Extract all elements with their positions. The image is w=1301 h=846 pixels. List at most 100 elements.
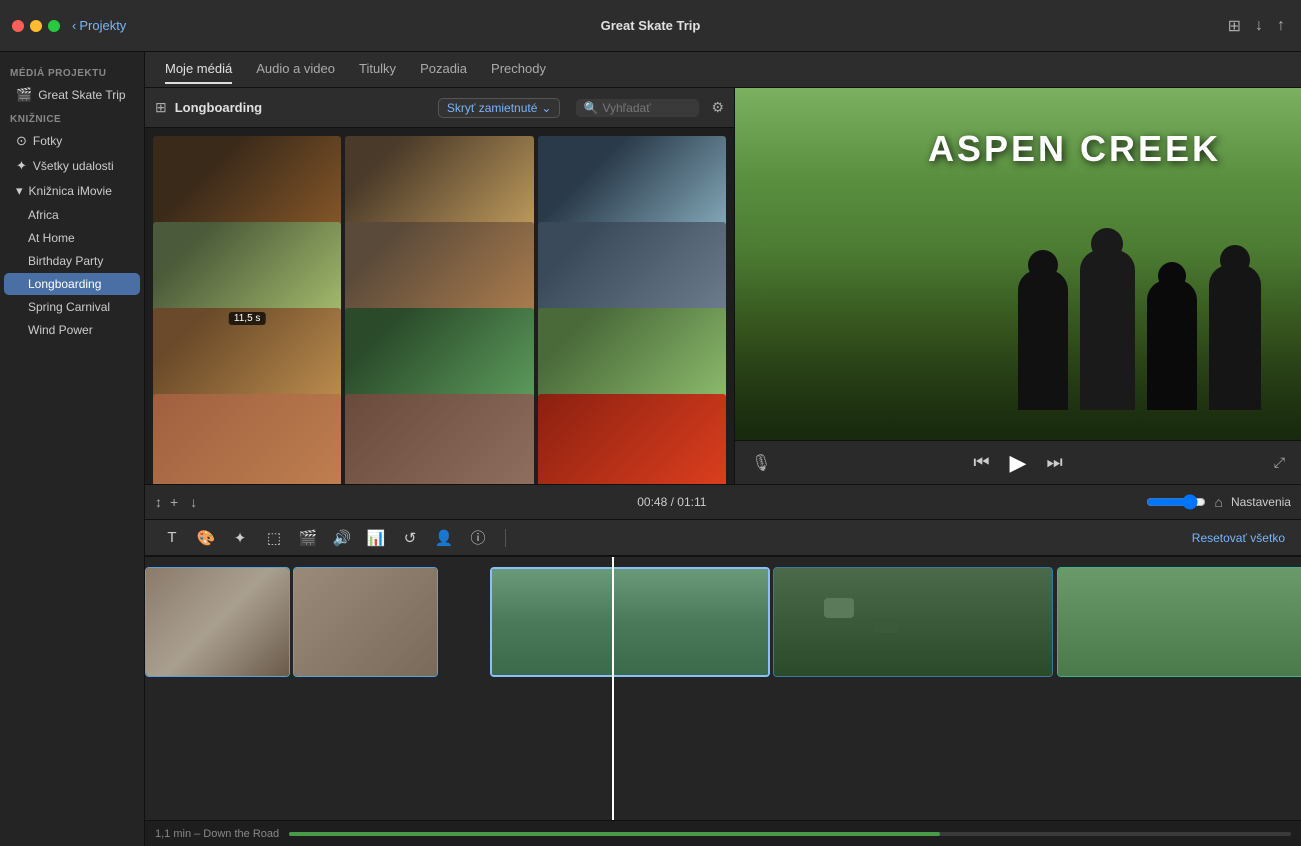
events-icon: ✦ <box>16 158 27 174</box>
fotky-label: Fotky <box>33 134 62 148</box>
tab-moje-media[interactable]: Moje médiá <box>165 55 232 84</box>
text-tool-icon[interactable]: T <box>161 529 183 546</box>
settings-label: Nastavenia <box>1231 495 1291 509</box>
fullscreen-icon[interactable]: ⤢ <box>1274 454 1285 471</box>
down-arrow-icon[interactable]: ↓ <box>190 494 197 510</box>
preview-controls: 🎙 ⏮ ▶ ⏭ ⤢ <box>735 440 1301 484</box>
effects-tool-icon[interactable]: ✦ <box>229 529 251 547</box>
longboarding-label: Longboarding <box>28 277 101 291</box>
media-thumb-10[interactable] <box>153 394 341 484</box>
vsetky-udalosti-label: Všetky udalosti <box>33 159 114 173</box>
sidebar-item-spring-carnival[interactable]: Spring Carnival <box>4 296 140 318</box>
media-browser-header: ⊞ Longboarding Skryť zamietnuté ⌄ 🔍 ⚙ <box>145 88 734 128</box>
media-thumb-11[interactable] <box>345 394 533 484</box>
sidebar-item-africa[interactable]: Africa <box>4 204 140 226</box>
chevron-left-icon: ‹ <box>72 18 76 33</box>
traffic-lights <box>0 20 60 32</box>
clip-5[interactable] <box>1057 567 1301 677</box>
spring-carnival-label: Spring Carnival <box>28 300 110 314</box>
person-tool-icon[interactable]: 👤 <box>433 529 455 547</box>
reset-button[interactable]: Resetovať všetko <box>1192 531 1285 545</box>
render-progress-fill <box>289 832 940 836</box>
skip-forward-button[interactable]: ⏭ <box>1046 452 1062 473</box>
playhead[interactable] <box>612 557 614 820</box>
project-label: Great Skate Trip <box>38 88 125 102</box>
cursor-icon[interactable]: ↕ <box>155 494 162 510</box>
kniznice-label: KNIŽNICE <box>0 108 144 128</box>
chart-tool-icon[interactable]: 📊 <box>365 529 387 547</box>
sidebar-item-kniznica-imovie[interactable]: ▾ Knižnica iMovie <box>4 179 140 203</box>
skip-back-button[interactable]: ⏮ <box>973 452 989 473</box>
camera-tool-icon[interactable]: 🎬 <box>297 529 319 547</box>
sidebar-item-longboarding[interactable]: Longboarding <box>4 273 140 295</box>
media-thumb-12[interactable] <box>538 394 726 484</box>
info-icon[interactable]: ⓘ <box>467 527 489 548</box>
microphone-icon[interactable]: 🎙 <box>751 453 771 473</box>
color-tool-icon[interactable]: 🎨 <box>195 529 217 547</box>
titlebar-toolbar: ⊞ ↓ ↑ <box>1228 16 1301 36</box>
duration-badge-7: 11,5 s <box>229 312 266 325</box>
sidebar-item-fotky[interactable]: ⊙ Fotky <box>4 129 140 153</box>
tab-prechody[interactable]: Prechody <box>491 55 546 84</box>
minimize-button[interactable] <box>30 20 42 32</box>
video-track: 2,2 s – ASPEN CREE.... <box>145 557 1301 687</box>
separator <box>505 529 506 547</box>
back-label: Projekty <box>79 18 126 33</box>
thumb-img-12 <box>538 394 726 484</box>
tabs-bar: Moje médiá Audio a video Titulky Pozadia… <box>145 52 1301 88</box>
grid-view-icon[interactable]: ⊞ <box>1228 16 1241 36</box>
birthday-party-label: Birthday Party <box>28 254 103 268</box>
media-grid: 11,5 s <box>145 128 734 484</box>
media-projektu-label: MÉDIÁ PROJEKTU <box>0 62 144 82</box>
grid-view-icon[interactable]: ⊞ <box>155 99 167 116</box>
home-icon[interactable]: ⌂ <box>1214 494 1222 510</box>
thumb-img-11 <box>345 394 533 484</box>
sidebar-item-project[interactable]: 🎬 Great Skate Trip <box>4 83 140 107</box>
audio-tool-icon[interactable]: 🔊 <box>331 529 353 547</box>
maximize-button[interactable] <box>48 20 60 32</box>
sidebar-item-at-home[interactable]: At Home <box>4 227 140 249</box>
total-time: 01:11 <box>677 495 706 509</box>
window-title: Great Skate Trip <box>601 18 701 33</box>
sidebar-item-birthday-party[interactable]: Birthday Party <box>4 250 140 272</box>
clip-1[interactable] <box>145 567 290 677</box>
tab-audio-video[interactable]: Audio a video <box>256 55 335 84</box>
title-bar: ‹ Projekty Great Skate Trip ⊞ ↓ ↑ <box>0 0 1301 52</box>
filter-label: Skryť zamietnuté <box>447 101 538 115</box>
media-browser: ⊞ Longboarding Skryť zamietnuté ⌄ 🔍 ⚙ <box>145 88 735 484</box>
settings-icon[interactable]: ⚙ <box>711 99 724 116</box>
speed-tool-icon[interactable]: ↺ <box>399 529 421 547</box>
wind-power-label: Wind Power <box>28 323 93 337</box>
time-display: 00:48 / 01:11 <box>637 495 706 509</box>
filter-chevron-icon: ⌄ <box>541 101 551 115</box>
back-button[interactable]: ‹ Projekty <box>72 18 126 33</box>
media-browser-title: Longboarding <box>175 100 262 115</box>
photos-icon: ⊙ <box>16 133 27 149</box>
clip-3-selected[interactable] <box>490 567 770 677</box>
mid-toolbar: ↕ + ↓ 00:48 / 01:11 ⌂ Nastavenia <box>145 484 1301 520</box>
sidebar-item-wind-power[interactable]: Wind Power <box>4 319 140 341</box>
kniznica-imovie-label: Knižnica iMovie <box>29 184 112 198</box>
tab-pozadia[interactable]: Pozadia <box>420 55 467 84</box>
library-expand-icon: ▾ <box>16 183 23 199</box>
share-icon[interactable]: ↑ <box>1277 17 1285 35</box>
search-box: 🔍 <box>576 99 699 117</box>
at-home-label: At Home <box>28 231 75 245</box>
play-button[interactable]: ▶ <box>1010 450 1027 476</box>
download-icon[interactable]: ↓ <box>1255 17 1263 35</box>
preview-video: ASPEN CREEK <box>735 88 1301 440</box>
volume-slider[interactable] <box>1146 494 1206 510</box>
clip-4[interactable] <box>773 567 1053 677</box>
top-split: ⊞ Longboarding Skryť zamietnuté ⌄ 🔍 ⚙ <box>145 88 1301 484</box>
tab-titulky[interactable]: Titulky <box>359 55 396 84</box>
crop-tool-icon[interactable]: ⬚ <box>263 529 285 547</box>
clip-2[interactable] <box>293 567 438 677</box>
project-duration-label: 1,1 min – Down the Road <box>155 828 279 840</box>
timeline-tracks: 2,2 s – ASPEN CREE.... <box>145 557 1301 820</box>
close-button[interactable] <box>12 20 24 32</box>
filter-button[interactable]: Skryť zamietnuté ⌄ <box>438 98 561 118</box>
sidebar-item-vsetky-udalosti[interactable]: ✦ Všetky udalosti <box>4 154 140 178</box>
zoom-in-icon[interactable]: + <box>170 494 178 510</box>
search-icon: 🔍 <box>583 101 598 115</box>
search-input[interactable] <box>602 101 692 115</box>
